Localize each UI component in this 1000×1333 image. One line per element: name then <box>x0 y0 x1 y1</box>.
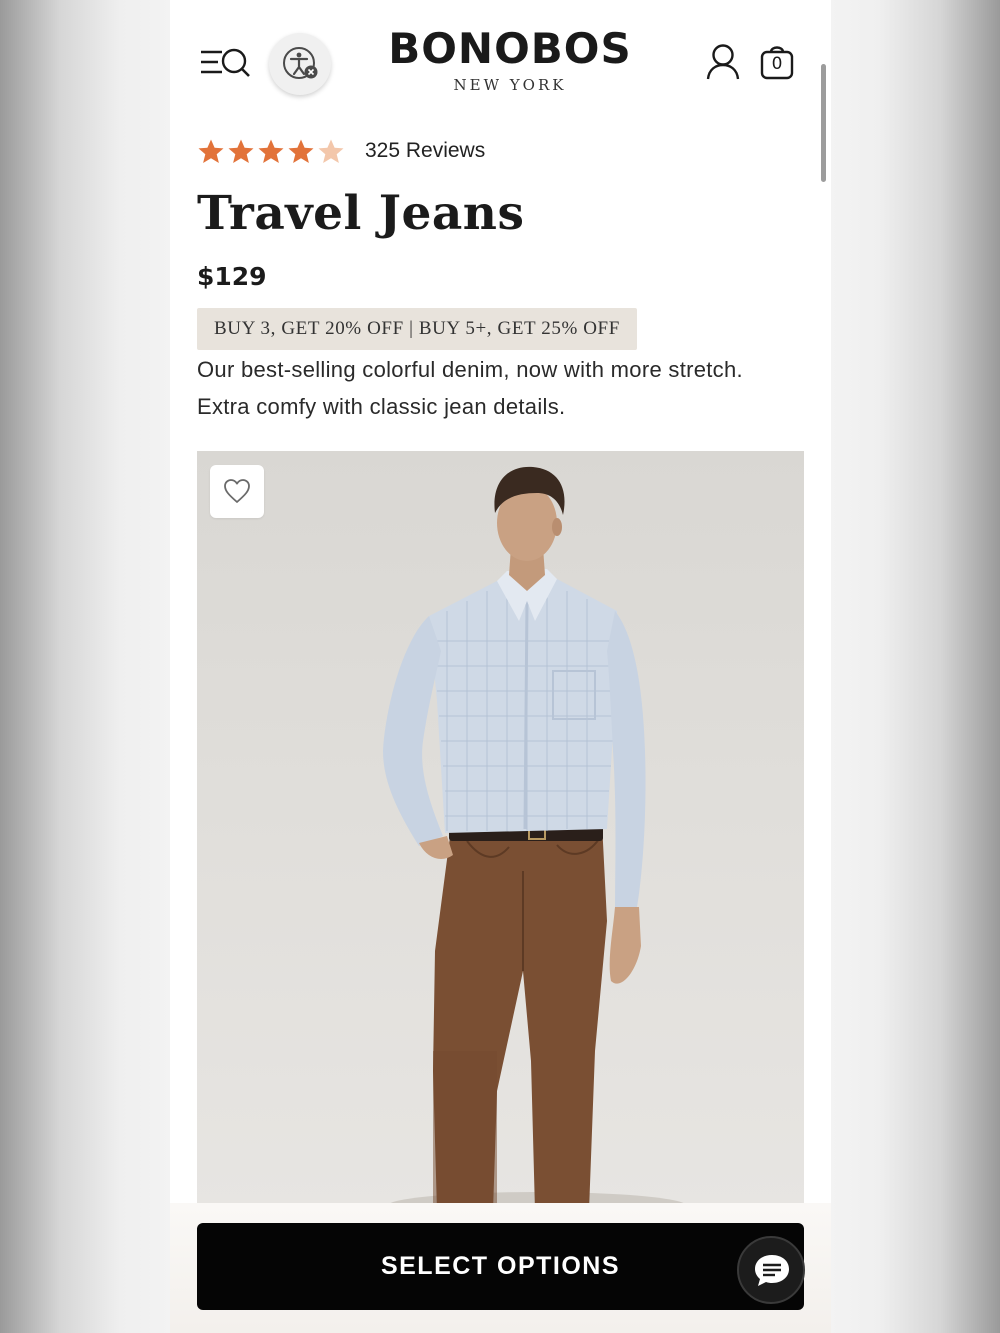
product-image[interactable] <box>197 451 804 1211</box>
bag-count: 0 <box>771 54 783 74</box>
account-button[interactable] <box>704 42 742 82</box>
select-options-button[interactable]: SELECT OPTIONS <box>197 1223 804 1310</box>
review-count: 325 Reviews <box>365 139 486 162</box>
promo-banner: BUY 3, GET 20% OFF | BUY 5+, GET 25% OFF <box>197 308 637 350</box>
accessibility-button[interactable] <box>269 33 331 95</box>
account-icon <box>706 44 740 80</box>
model-photo <box>383 466 687 1211</box>
brand-location: NEW YORK <box>453 76 567 94</box>
heart-icon <box>224 479 250 503</box>
shopping-bag-button[interactable]: 0 <box>758 42 796 82</box>
brand-logo[interactable]: BONOBOS NEW YORK <box>370 24 650 96</box>
wishlist-button[interactable] <box>210 465 264 518</box>
scrollbar[interactable] <box>821 64 826 182</box>
sticky-bottom-bar: SELECT OPTIONS <box>170 1203 831 1333</box>
star-icon <box>288 139 314 163</box>
menu-search-button[interactable] <box>198 44 254 84</box>
star-icon <box>228 139 254 163</box>
star-icon <box>318 139 344 163</box>
product-price: $129 <box>197 262 267 291</box>
star-icon <box>258 139 284 163</box>
rating-stars <box>197 138 345 165</box>
brand-name: BONOBOS <box>388 24 632 73</box>
product-title: Travel Jeans <box>197 186 525 241</box>
product-description: Our best-selling colorful denim, now wit… <box>197 357 743 419</box>
chat-button[interactable] <box>737 1236 805 1304</box>
chat-icon <box>755 1255 789 1286</box>
star-icon <box>198 139 224 163</box>
accessibility-icon <box>283 47 318 79</box>
product-rating[interactable]: 325 Reviews <box>197 136 485 166</box>
product-page: BONOBOS NEW YORK 0 325 Reviews Travel Je… <box>170 0 831 1333</box>
menu-search-icon <box>201 48 250 77</box>
